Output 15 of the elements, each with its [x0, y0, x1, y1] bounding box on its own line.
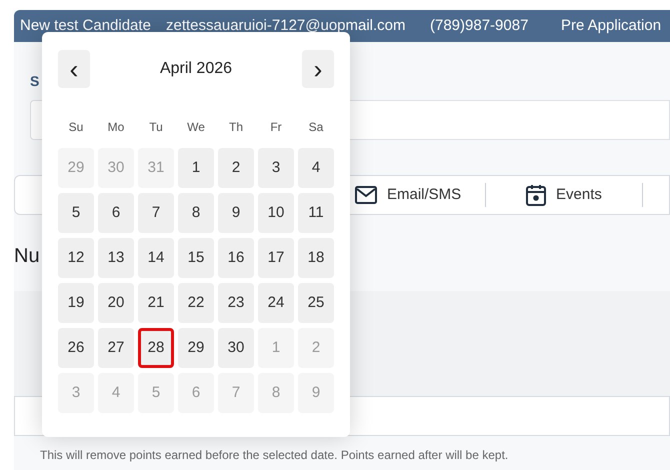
weekday-label: Tu — [148, 119, 164, 136]
helper-text: This will remove points earned before the selected date. Points earned after will be kept. — [40, 448, 508, 462]
candidate-stage: Pre Application — [561, 16, 662, 36]
weekday-label: Fr — [269, 119, 283, 136]
section-label: S — [30, 73, 40, 89]
weekday-label: We — [186, 119, 206, 136]
weekday-label: Mo — [106, 119, 126, 136]
candidate-name: New test Candidate — [20, 16, 152, 36]
weekday-label: Sa — [308, 119, 324, 136]
month-title: April 2026 — [160, 59, 232, 79]
candidate-email: zettessauaruioi-7127@uopmail.com — [166, 16, 407, 36]
weekday-label: Th — [228, 119, 244, 136]
candidate-phone: (789)987-9087 — [430, 16, 530, 36]
section-heading: Nu — [14, 245, 40, 267]
weekday-label: Su — [68, 119, 84, 136]
